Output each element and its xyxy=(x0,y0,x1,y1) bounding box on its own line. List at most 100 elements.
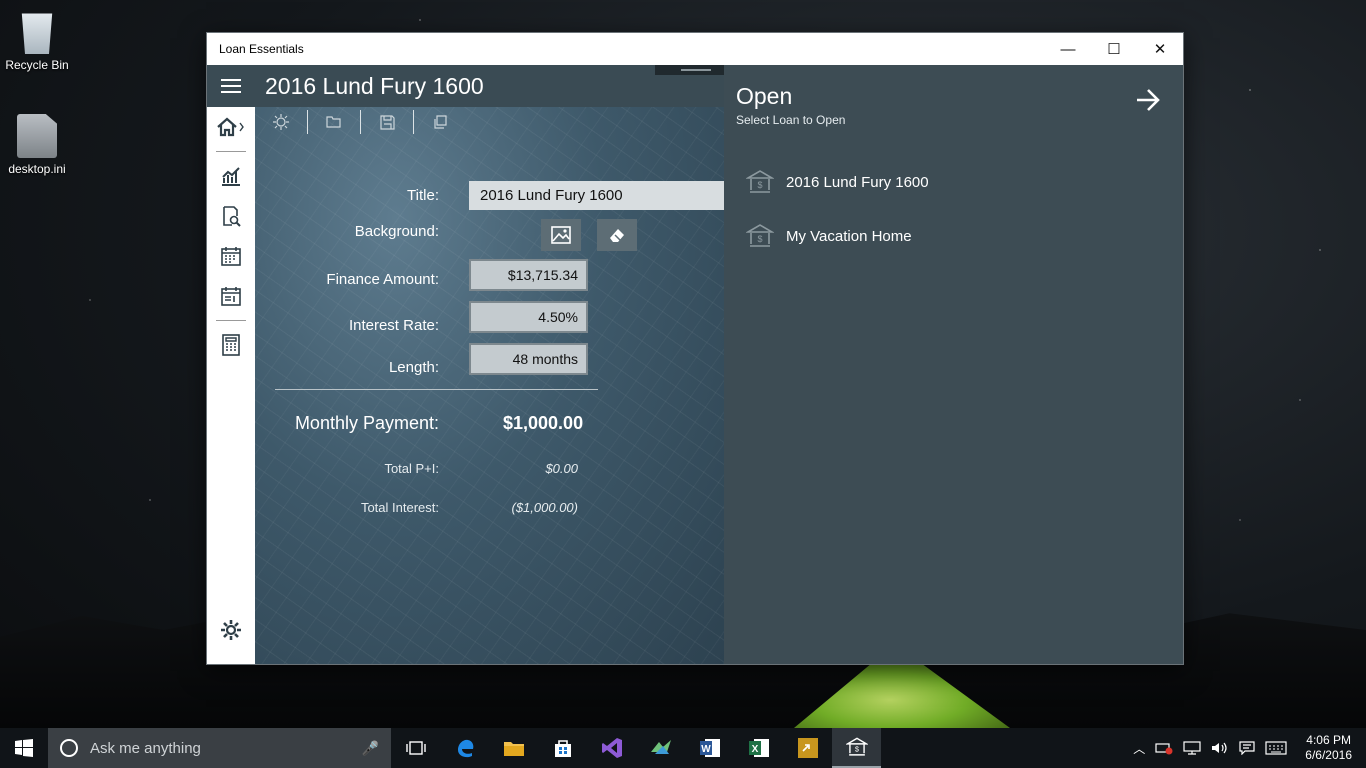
svg-text:X: X xyxy=(751,744,758,755)
loan-editor-panel: 2016 Lund Fury 1600 Title: 2016 Lund Fur… xyxy=(207,65,724,664)
choose-image-button[interactable] xyxy=(541,219,581,251)
open-panel-subtitle: Select Loan to Open xyxy=(736,113,846,127)
list-item[interactable]: $ 2016 Lund Fury 1600 xyxy=(746,155,1163,209)
recycle-bin-label: Recycle Bin xyxy=(5,58,69,72)
action-center-icon[interactable] xyxy=(1239,741,1255,755)
taskbar: Ask me anything 🎤 W X $ ︿ 4:06 PM 6/6/20… xyxy=(0,728,1366,768)
windows-logo-icon xyxy=(15,739,33,757)
monthly-payment-label: Monthly Payment: xyxy=(294,413,439,433)
folder-icon xyxy=(503,742,524,756)
nav-home-button[interactable] xyxy=(207,107,255,147)
total-interest-value: ($1,000.00) xyxy=(511,500,579,515)
app-window: Loan Essentials — ☐ ✕ 2016 Lund Fury 160… xyxy=(206,32,1184,665)
task-view-icon xyxy=(405,741,426,755)
app-header: 2016 Lund Fury 1600 xyxy=(207,65,724,107)
excel-icon: X xyxy=(748,739,769,757)
word-icon: W xyxy=(699,739,720,757)
finance-amount-input[interactable] xyxy=(469,259,588,291)
search-placeholder: Ask me anything xyxy=(90,739,201,757)
new-loan-button[interactable] xyxy=(255,107,307,137)
start-button[interactable] xyxy=(0,728,48,768)
save-icon xyxy=(379,114,395,130)
task-view-button[interactable] xyxy=(391,728,440,768)
desktop-ini-icon[interactable]: desktop.ini xyxy=(1,114,73,176)
loan-item-label: My Vacation Home xyxy=(786,227,912,245)
clock-date: 6/6/2016 xyxy=(1305,748,1352,762)
bank-icon: $ xyxy=(845,737,868,756)
remote-app-icon xyxy=(797,738,818,758)
arrow-right-icon[interactable] xyxy=(1135,87,1161,120)
recycle-bin-icon[interactable]: Recycle Bin xyxy=(1,10,73,72)
excel-taskbar-button[interactable]: X xyxy=(734,728,783,768)
save-loan-button[interactable] xyxy=(361,107,413,137)
open-loan-button[interactable] xyxy=(308,107,360,137)
loan-title-heading: 2016 Lund Fury 1600 xyxy=(265,72,484,99)
folder-open-icon xyxy=(326,116,341,128)
settings-file-glyph xyxy=(17,114,57,158)
svg-text:W: W xyxy=(701,744,711,755)
length-input[interactable] xyxy=(469,343,588,375)
desktop-ini-label: desktop.ini xyxy=(8,162,66,176)
nav-calendar-button[interactable] xyxy=(207,236,255,276)
sync-app-taskbar-button[interactable] xyxy=(636,728,685,768)
svg-text:$: $ xyxy=(757,180,762,190)
title-label: Title: xyxy=(407,187,439,204)
visual-studio-taskbar-button[interactable] xyxy=(587,728,636,768)
loan-form: Title: Background: Finance Amount: Inter… xyxy=(255,107,724,664)
nav-rail xyxy=(207,107,255,664)
word-taskbar-button[interactable]: W xyxy=(685,728,734,768)
close-button[interactable]: ✕ xyxy=(1137,33,1183,65)
edge-taskbar-button[interactable] xyxy=(440,728,489,768)
gear-icon xyxy=(221,620,241,640)
save-as-button[interactable] xyxy=(414,107,466,137)
hamburger-menu-button[interactable] xyxy=(207,65,255,107)
loan-essentials-taskbar-button[interactable]: $ xyxy=(832,728,881,768)
nav-settings-button[interactable] xyxy=(207,610,255,650)
search-box[interactable]: Ask me anything 🎤 xyxy=(48,728,391,768)
microphone-icon[interactable]: 🎤 xyxy=(362,740,379,757)
remote-app-taskbar-button[interactable] xyxy=(783,728,832,768)
calendar-month-icon xyxy=(221,287,241,306)
minimize-button[interactable]: — xyxy=(1045,33,1091,65)
chevron-up-icon[interactable]: ︿ xyxy=(1133,740,1145,757)
file-toolbar xyxy=(255,107,466,137)
store-bag-icon xyxy=(554,740,571,757)
eraser-icon xyxy=(610,229,624,242)
file-explorer-taskbar-button[interactable] xyxy=(489,728,538,768)
calendar-icon xyxy=(221,247,241,266)
nav-calendar-month-button[interactable] xyxy=(207,276,255,316)
open-loan-panel: Open Select Loan to Open $ 2016 Lund Fur… xyxy=(724,65,1183,664)
network-icon[interactable] xyxy=(1183,741,1201,755)
volume-icon[interactable] xyxy=(1211,741,1229,755)
interest-rate-label: Interest Rate: xyxy=(348,317,439,334)
network-warning-icon[interactable] xyxy=(1155,741,1173,755)
list-item[interactable]: $ My Vacation Home xyxy=(746,209,1163,263)
loan-list: $ 2016 Lund Fury 1600 $ My Vacation Home xyxy=(746,155,1163,263)
interest-rate-input[interactable] xyxy=(469,301,588,333)
visual-studio-icon xyxy=(601,738,622,758)
nav-schedule-search-button[interactable] xyxy=(207,196,255,236)
title-input[interactable] xyxy=(469,181,724,210)
calculator-icon xyxy=(222,334,240,356)
open-panel-title: Open xyxy=(736,83,793,109)
nav-chart-button[interactable] xyxy=(207,156,255,196)
title-bar[interactable]: Loan Essentials — ☐ ✕ xyxy=(207,33,1183,65)
store-taskbar-button[interactable] xyxy=(538,728,587,768)
total-pi-label: Total P+I: xyxy=(384,461,439,476)
clear-background-button[interactable] xyxy=(597,219,637,251)
document-search-icon xyxy=(223,206,241,227)
nav-calculator-button[interactable] xyxy=(207,325,255,365)
window-title: Loan Essentials xyxy=(219,42,304,56)
monthly-payment-value: $1,000.00 xyxy=(503,413,584,433)
clock[interactable]: 4:06 PM 6/6/2016 xyxy=(1305,733,1352,763)
svg-text:$: $ xyxy=(855,747,859,754)
results-divider xyxy=(275,389,598,390)
edge-icon xyxy=(457,739,473,758)
system-tray: ︿ 4:06 PM 6/6/2016 xyxy=(1133,733,1366,763)
cortana-icon xyxy=(60,739,78,757)
nav-separator xyxy=(216,151,246,152)
loan-item-label: 2016 Lund Fury 1600 xyxy=(786,173,929,191)
app-body: 2016 Lund Fury 1600 Title: 2016 Lund Fur… xyxy=(207,65,1183,664)
keyboard-icon[interactable] xyxy=(1265,741,1287,755)
maximize-button[interactable]: ☐ xyxy=(1091,33,1137,65)
